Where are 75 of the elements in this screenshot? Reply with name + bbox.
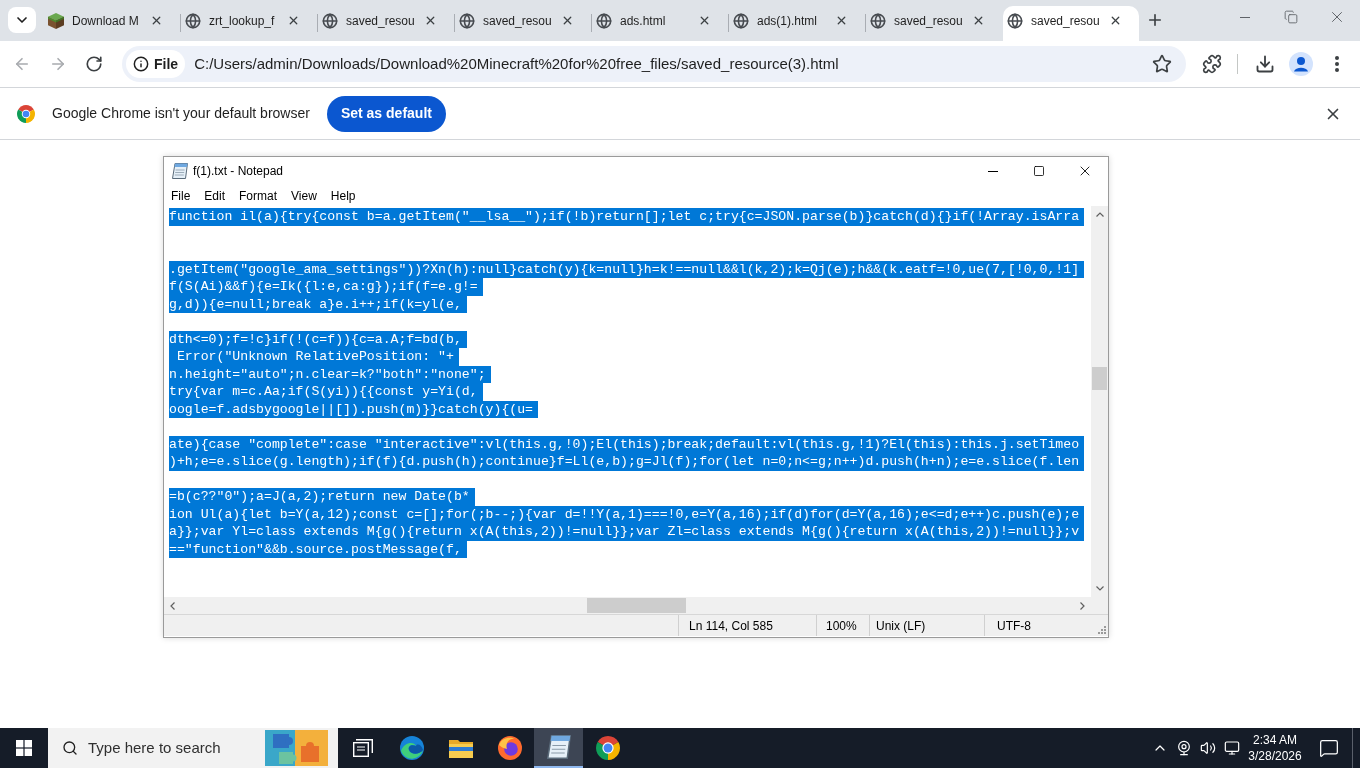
vertical-scrollbar[interactable] (1091, 206, 1108, 597)
clock-time[interactable]: 2:34 AM (1253, 732, 1297, 748)
address-bar[interactable]: File C:/Users/admin/Downloads/Download%20Minecraft%20for%20free_files/saved_resource(3).html (122, 46, 1186, 82)
scrollbar-thumb[interactable] (1092, 367, 1107, 390)
browser-tab[interactable]: ads(1).html (729, 6, 865, 41)
monitor-icon (1224, 740, 1240, 756)
download-icon (1255, 54, 1275, 74)
encoding: UTF-8 (997, 617, 1031, 635)
info-icon (133, 56, 149, 72)
scroll-left-icon[interactable] (170, 601, 175, 610)
cube-icon (48, 12, 64, 29)
menu-item[interactable]: Help (323, 185, 363, 206)
search-icon (62, 740, 78, 756)
globe-icon (596, 12, 612, 29)
clock-date[interactable]: 3/28/2026 (1248, 748, 1302, 764)
bookmark-button[interactable] (1152, 54, 1172, 74)
arrow-right-icon (49, 55, 67, 73)
menu-item[interactable]: View (284, 185, 324, 206)
globe-icon (1007, 12, 1023, 29)
cursor-position: Ln 114, Col 585 (689, 617, 773, 635)
folder-icon (448, 738, 473, 758)
set-default-button[interactable]: Set as default (326, 95, 446, 132)
flame-circle-icon (497, 736, 522, 760)
reload-icon (85, 55, 103, 73)
menu-item[interactable]: Edit (197, 185, 233, 206)
scroll-right-icon[interactable] (1080, 601, 1085, 610)
task-view-icon (352, 739, 373, 757)
browser-tab[interactable]: saved_resou (1003, 6, 1139, 41)
infobar-message: Google Chrome isn't your default browser (52, 104, 310, 123)
zoom-level: 100% (826, 617, 857, 635)
puzzle-pieces-icon (265, 730, 328, 766)
minimize-icon (1240, 16, 1250, 18)
browser-tab[interactable]: ads.html (592, 6, 728, 41)
taskbar-app-button[interactable] (534, 728, 583, 768)
minimize-icon (988, 170, 998, 172)
tab-search-button[interactable] (8, 7, 36, 33)
start-logo-icon (16, 740, 32, 756)
notepad-icon (172, 163, 188, 179)
swirl-logo-icon (399, 736, 424, 760)
speaker-icon (1200, 740, 1216, 756)
scroll-down-icon[interactable] (1095, 586, 1104, 591)
browser-tab[interactable]: saved_resou (866, 6, 1002, 41)
restore-icon (1284, 10, 1298, 24)
scroll-up-icon[interactable] (1095, 212, 1104, 217)
globe-icon (459, 12, 475, 29)
globe-icon (185, 12, 201, 29)
puzzle-icon (1202, 54, 1222, 74)
line-ending: Unix (LF) (876, 617, 926, 635)
webcam-icon (1176, 740, 1192, 756)
browser-tab[interactable]: zrt_lookup_f (181, 6, 317, 41)
menu-item[interactable]: Format (232, 185, 285, 206)
globe-icon (870, 12, 886, 29)
star-icon (1152, 54, 1172, 74)
browser-tab[interactable]: saved_resou (318, 6, 454, 41)
more-vertical-icon (1335, 56, 1339, 72)
notification-icon (1319, 738, 1339, 758)
search-box[interactable]: Type here to search (48, 728, 338, 768)
ring-logo-icon (17, 104, 35, 123)
url-text: C:/Users/admin/Downloads/Download%20Minecraft%20for%20free_files/saved_resource(3).html (194, 53, 839, 74)
notepad-icon (546, 735, 571, 759)
maximize-icon (1033, 165, 1045, 177)
site-info-chip[interactable]: File (126, 50, 186, 78)
resize-grip-icon[interactable] (1098, 626, 1106, 634)
horizontal-scrollbar[interactable] (164, 597, 1091, 614)
scrollbar-thumb[interactable] (587, 598, 686, 613)
globe-icon (322, 12, 338, 29)
globe-icon (733, 12, 749, 29)
search-input[interactable]: Type here to search (88, 736, 238, 760)
ring-logo-icon (595, 736, 620, 760)
window-title: f(1).txt - Notepad (193, 163, 284, 180)
plus-icon (1146, 11, 1164, 29)
avatar-icon (1289, 52, 1313, 76)
menu-item[interactable]: File (164, 185, 198, 206)
browser-tab[interactable]: Download M (44, 6, 180, 41)
browser-tab[interactable]: saved_resou (455, 6, 591, 41)
